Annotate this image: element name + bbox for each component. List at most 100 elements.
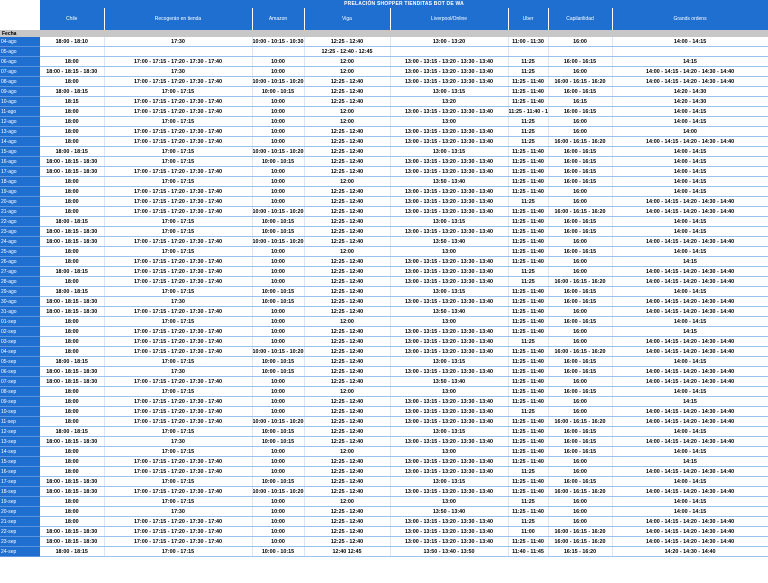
table-cell[interactable]: 14:00 - 14:15 - 14:20 - 14:30 - 14:40: [612, 66, 768, 77]
table-cell[interactable]: 14:00 - 14:15 - 14:20 - 14:30 - 14:40: [612, 76, 768, 87]
table-cell[interactable]: 12:25 - 12:40 - 12:45: [304, 46, 391, 57]
table-cell[interactable]: 14:20 - 14:30 - 14:40: [612, 546, 768, 557]
table-cell[interactable]: 12:25 - 12:40: [304, 426, 391, 437]
table-cell[interactable]: 14:00 - 14:15: [612, 446, 768, 457]
table-cell[interactable]: 11:25: [508, 276, 549, 287]
table-cell[interactable]: 18:00: [40, 406, 105, 417]
table-cell[interactable]: 10:00 - 10:15 - 10:20: [252, 76, 305, 87]
table-cell[interactable]: 12:25 - 12:40: [304, 266, 391, 277]
table-cell[interactable]: 18:00 - 18:15: [40, 146, 105, 157]
table-cell[interactable]: 12:25 - 12:40: [304, 336, 391, 347]
table-cell[interactable]: 10:00: [252, 196, 305, 207]
table-cell[interactable]: 10:00 - 10:15: [252, 476, 305, 487]
table-cell[interactable]: 12:00: [304, 246, 391, 257]
table-cell[interactable]: 17:00 - 17:15 - 17:20 - 17:30 - 17:40: [104, 106, 253, 117]
table-cell[interactable]: 11:25 - 11:40: [508, 296, 549, 307]
table-cell[interactable]: 17:00 - 17:15 - 17:20 - 17:30 - 17:40: [104, 76, 253, 87]
table-cell[interactable]: 17:00 - 17:15: [104, 246, 253, 257]
table-cell[interactable]: 13:00 - 13:15 - 13:20 - 13:30 - 13:40: [390, 136, 509, 147]
row-date[interactable]: 08-ago: [0, 76, 40, 87]
table-cell[interactable]: 16:00 - 16:15: [548, 356, 613, 367]
table-cell[interactable]: 17:00 - 17:15 - 17:20 - 17:30 - 17:40: [104, 186, 253, 197]
table-cell[interactable]: 17:00 - 17:15: [104, 156, 253, 167]
table-cell[interactable]: 18:00: [40, 496, 105, 507]
table-cell[interactable]: 14:00 - 14:15 - 14:20 - 14:30 - 14:40: [612, 276, 768, 287]
table-cell[interactable]: 14:00 - 14:15 - 14:20 - 14:30 - 14:40: [612, 296, 768, 307]
table-cell[interactable]: 16:00 - 16:15: [548, 56, 613, 67]
table-cell[interactable]: 10:00: [252, 276, 305, 287]
table-cell[interactable]: 18:00 - 18:15: [40, 546, 105, 557]
table-cell[interactable]: 12:00: [304, 176, 391, 187]
table-cell[interactable]: 16:00 - 16:15: [548, 446, 613, 457]
table-cell[interactable]: 14:00 - 14:15: [612, 166, 768, 177]
table-cell[interactable]: 11:25 - 11:40: [508, 316, 549, 327]
table-cell[interactable]: 17:00 - 17:15: [104, 226, 253, 237]
table-cell[interactable]: 14:00 - 14:15 - 14:20 - 14:30 - 14:40: [612, 376, 768, 387]
table-cell[interactable]: 17:00 - 17:15 - 17:20 - 17:30 - 17:40: [104, 456, 253, 467]
table-cell[interactable]: 12:25 - 12:40: [304, 436, 391, 447]
table-cell[interactable]: 14:00 - 14:15 - 14:20 - 14:30 - 14:40: [612, 416, 768, 427]
table-cell[interactable]: 12:25 - 12:40: [304, 376, 391, 387]
table-cell[interactable]: 16:00 - 16:15: [548, 226, 613, 237]
table-cell[interactable]: 11:25 - 11:40: [508, 306, 549, 317]
table-cell[interactable]: 13:00: [390, 386, 509, 397]
table-cell[interactable]: 11:25 - 11:40: [508, 476, 549, 487]
table-cell[interactable]: 11:25 - 11:40: [508, 186, 549, 197]
table-cell[interactable]: 11:25 - 11:40: [508, 436, 549, 447]
row-date[interactable]: 04-ago: [0, 37, 40, 47]
row-date[interactable]: 22-ago: [0, 216, 40, 227]
table-cell[interactable]: 11:25 - 11:40: [508, 146, 549, 157]
table-cell[interactable]: 13:00: [390, 496, 509, 507]
table-cell[interactable]: 18:00 - 18:15 - 18:30: [40, 226, 105, 237]
table-cell[interactable]: 12:25 - 12:40: [304, 466, 391, 477]
table-cell[interactable]: 14:00 - 14:15 - 14:20 - 14:30 - 14:40: [612, 526, 768, 537]
table-cell[interactable]: 11:25: [508, 496, 549, 507]
table-cell[interactable]: 13:00 - 13:15 - 13:20 - 13:30 - 13:40: [390, 526, 509, 537]
table-cell[interactable]: 12:25 - 12:40: [304, 96, 391, 107]
table-cell[interactable]: 11:00: [508, 526, 549, 537]
table-cell[interactable]: 11:25 - 11:40: [508, 536, 549, 547]
table-cell[interactable]: 13:00 - 13:15: [390, 476, 509, 487]
row-date[interactable]: 01-sep: [0, 316, 40, 327]
table-cell[interactable]: 13:50 - 13:40: [390, 306, 509, 317]
table-cell[interactable]: 16:00 - 16:15: [548, 156, 613, 167]
table-cell[interactable]: 11:25 - 11:40: [508, 376, 549, 387]
table-cell[interactable]: 11:25: [508, 196, 549, 207]
table-cell[interactable]: 18:00 - 18:15 - 18:30: [40, 476, 105, 487]
table-cell[interactable]: 17:00 - 17:15: [104, 116, 253, 127]
table-cell[interactable]: 17:00 - 17:15 - 17:20 - 17:30 - 17:40: [104, 336, 253, 347]
row-date[interactable]: 11-sep: [0, 416, 40, 427]
table-cell[interactable]: 13:00 - 13:15 - 13:20 - 13:30 - 13:40: [390, 486, 509, 497]
row-date[interactable]: 19-ago: [0, 186, 40, 197]
table-cell[interactable]: 14:00 - 14:15: [612, 37, 768, 47]
row-date[interactable]: 10-ago: [0, 96, 40, 107]
row-date[interactable]: 13-sep: [0, 436, 40, 447]
table-cell[interactable]: 11:25 - 11:40: [508, 416, 549, 427]
row-date[interactable]: 11-ago: [0, 106, 40, 117]
table-cell[interactable]: 13:00 - 13:15 - 13:20 - 13:30 - 13:40: [390, 106, 509, 117]
table-cell[interactable]: 12:25 - 12:40: [304, 146, 391, 157]
table-cell[interactable]: 10:00 - 10:15 - 10:20: [252, 146, 305, 157]
table-cell[interactable]: 14:00 - 14:15 - 14:20 - 14:30 - 14:40: [612, 266, 768, 277]
table-cell[interactable]: 18:00: [40, 256, 105, 267]
table-cell[interactable]: 14:00 - 14:15 - 14:20 - 14:30 - 14:40: [612, 466, 768, 477]
table-cell[interactable]: 18:00: [40, 346, 105, 357]
table-cell[interactable]: 11:25 - 11:40: [508, 86, 549, 97]
table-cell[interactable]: 11:25 - 11:40: [508, 386, 549, 397]
table-cell[interactable]: 18:00 - 18:15 - 18:30: [40, 536, 105, 547]
table-cell[interactable]: 16:00: [548, 406, 613, 417]
table-cell[interactable]: 18:00 - 18:15 - 18:30: [40, 376, 105, 387]
table-cell[interactable]: 14:00 - 14:15 - 14:20 - 14:30 - 14:40: [612, 486, 768, 497]
table-cell[interactable]: 14:00 - 14:15 - 14:20 - 14:30 - 14:40: [612, 406, 768, 417]
table-cell[interactable]: 18:00 - 18:15 - 18:30: [40, 166, 105, 177]
row-date[interactable]: 18-ago: [0, 176, 40, 187]
table-cell[interactable]: 14:00 - 14:15: [612, 286, 768, 297]
table-cell[interactable]: 18:00 - 18:15 - 18:30: [40, 486, 105, 497]
table-cell[interactable]: 14:15: [612, 456, 768, 467]
row-date[interactable]: 16-sep: [0, 466, 40, 477]
table-cell[interactable]: 13:00 - 13:15 - 13:20 - 13:30 - 13:40: [390, 466, 509, 477]
table-cell[interactable]: 11:25 - 11:40: [508, 76, 549, 87]
table-cell[interactable]: 17:00 - 17:15: [104, 176, 253, 187]
table-cell[interactable]: 11:25 - 11:40: [508, 206, 549, 217]
table-cell[interactable]: 18:00: [40, 56, 105, 67]
